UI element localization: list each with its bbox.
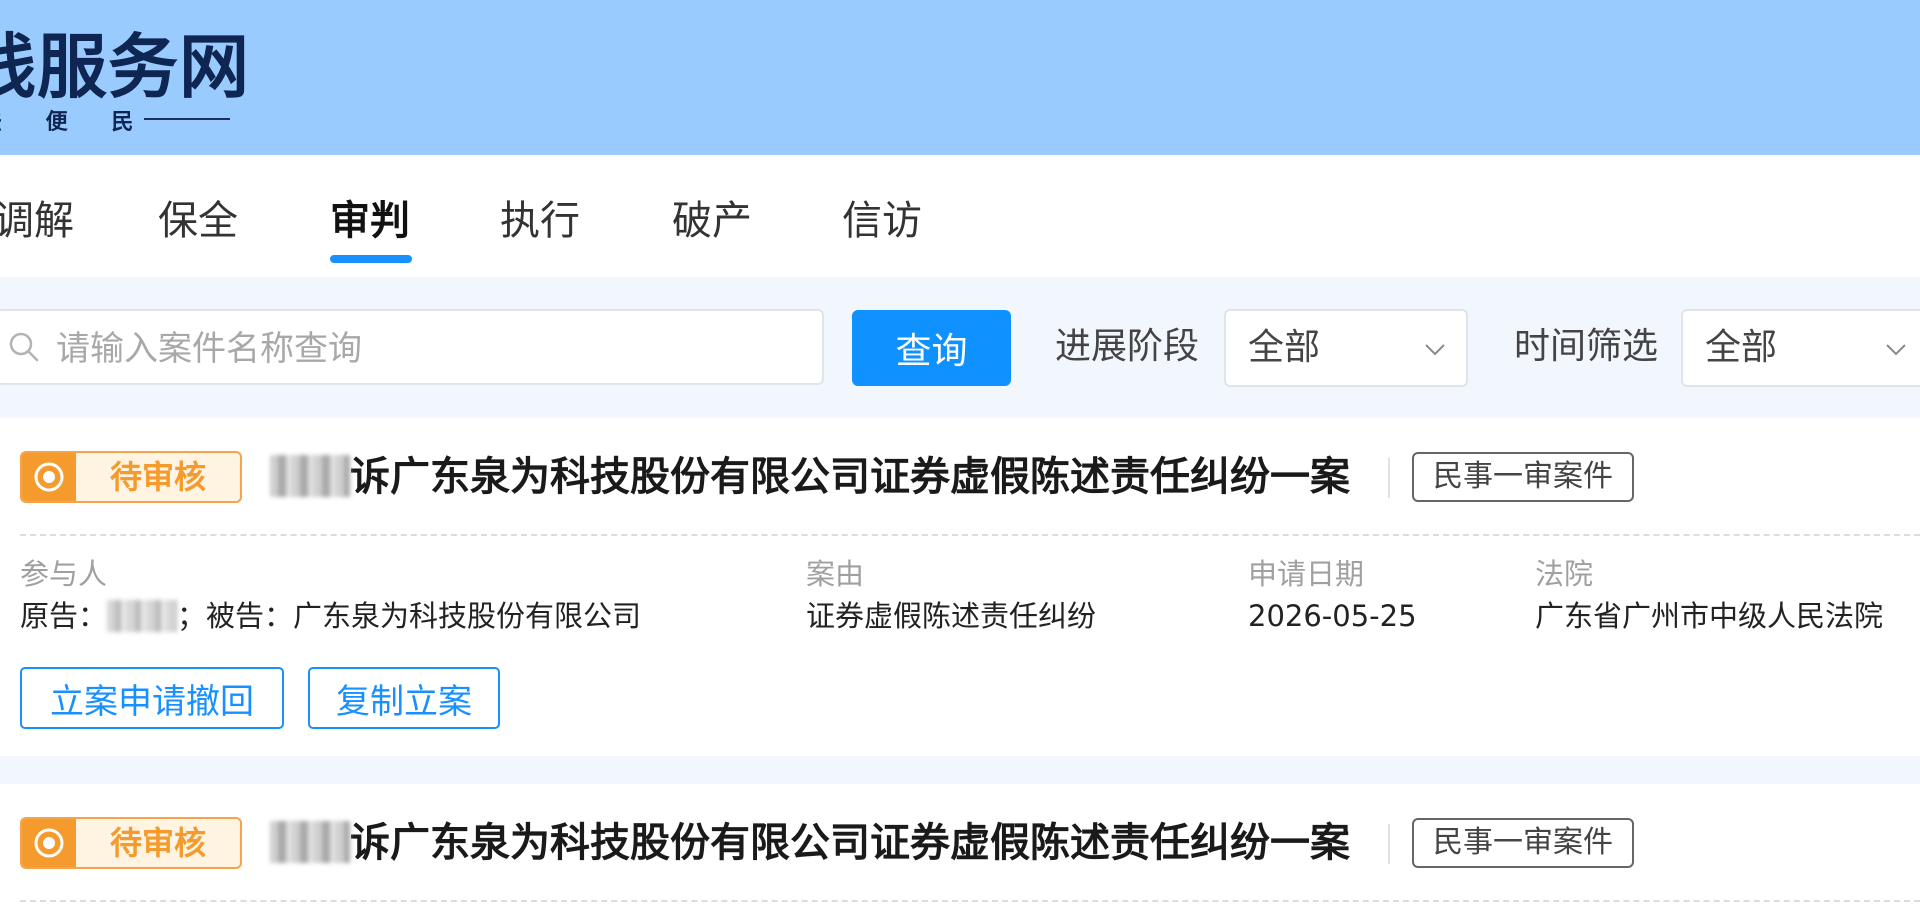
redacted-plaintiff	[107, 600, 178, 632]
tab-petition[interactable]: 信访	[842, 193, 922, 249]
search-icon	[9, 332, 39, 362]
case-type-tag: 民事一审案件	[1412, 818, 1634, 868]
category-tabs: 调解 保全 审判 执行 破产 信访	[0, 155, 1920, 277]
case-title[interactable]: 诉广东泉为科技股份有限公司证券虚假陈述责任纠纷一案	[270, 815, 1350, 871]
case-card: 待审核 诉广东泉为科技股份有限公司证券虚假陈述责任纠纷一案 民事一审案件 参与人…	[0, 418, 1920, 756]
time-filter-label: 时间筛选	[1514, 326, 1659, 367]
site-slogan: 法 便 民	[0, 109, 152, 135]
status-text: 待审核	[109, 824, 206, 862]
defendant-text: ；被告：广东泉为科技股份有限公司	[177, 599, 642, 633]
time-select-value: 全部	[1705, 327, 1778, 368]
status-badge: 待审核	[20, 817, 242, 869]
query-button[interactable]: 查询	[852, 310, 1011, 386]
title-separator	[1388, 458, 1390, 498]
chevron-down-icon	[1425, 344, 1445, 356]
case-title[interactable]: 诉广东泉为科技股份有限公司证券虚假陈述责任纠纷一案	[270, 449, 1350, 505]
card-divider	[20, 900, 1920, 902]
case-title-text: 诉广东泉为科技股份有限公司证券虚假陈述责任纠纷一案	[350, 820, 1350, 866]
withdraw-filing-button[interactable]: 立案申请撤回	[20, 667, 284, 729]
status-badge: 待审核	[20, 451, 242, 503]
site-title[interactable]: 线服务网	[0, 22, 250, 112]
cause-label: 案由	[806, 557, 865, 591]
participants-label: 参与人	[20, 557, 108, 591]
court-label: 法院	[1535, 557, 1594, 591]
case-card: 待审核 诉广东泉为科技股份有限公司证券虚假陈述责任纠纷一案 民事一审案件	[0, 784, 1920, 923]
search-field[interactable]	[0, 309, 824, 385]
progress-select-value: 全部	[1248, 327, 1321, 368]
site-header: 线服务网 法 便 民	[0, 0, 1920, 155]
chevron-down-icon	[1886, 344, 1906, 356]
slogan-divider	[144, 118, 230, 120]
tab-bankruptcy[interactable]: 破产	[672, 193, 752, 249]
copy-filing-button[interactable]: 复制立案	[308, 667, 500, 729]
participants-value: 原告： ；被告：广东泉为科技股份有限公司	[20, 596, 641, 636]
redacted-name	[270, 821, 350, 863]
court-value: 广东省广州市中级人民法院	[1535, 599, 1884, 633]
redacted-name	[270, 455, 350, 497]
tab-preservation[interactable]: 保全	[158, 193, 238, 249]
progress-filter-label: 进展阶段	[1055, 326, 1200, 367]
date-value: 2026-05-25	[1248, 599, 1417, 633]
search-input[interactable]	[54, 319, 808, 379]
case-title-text: 诉广东泉为科技股份有限公司证券虚假陈述责任纠纷一案	[350, 454, 1350, 500]
time-select[interactable]: 全部	[1681, 309, 1920, 387]
title-separator	[1388, 824, 1390, 864]
tab-mediation[interactable]: 调解	[0, 193, 74, 249]
pending-status-icon	[22, 453, 76, 501]
case-type-tag: 民事一审案件	[1412, 452, 1634, 502]
plaintiff-prefix: 原告：	[20, 599, 108, 633]
cause-value: 证券虚假陈述责任纠纷	[806, 599, 1097, 633]
active-tab-indicator	[330, 255, 412, 263]
tab-trial[interactable]: 审判	[330, 193, 410, 249]
pending-status-icon	[22, 819, 76, 867]
tab-execution[interactable]: 执行	[500, 193, 580, 249]
progress-select[interactable]: 全部	[1224, 309, 1468, 387]
card-divider	[20, 534, 1920, 536]
status-text: 待审核	[109, 458, 206, 496]
date-label: 申请日期	[1248, 557, 1365, 591]
